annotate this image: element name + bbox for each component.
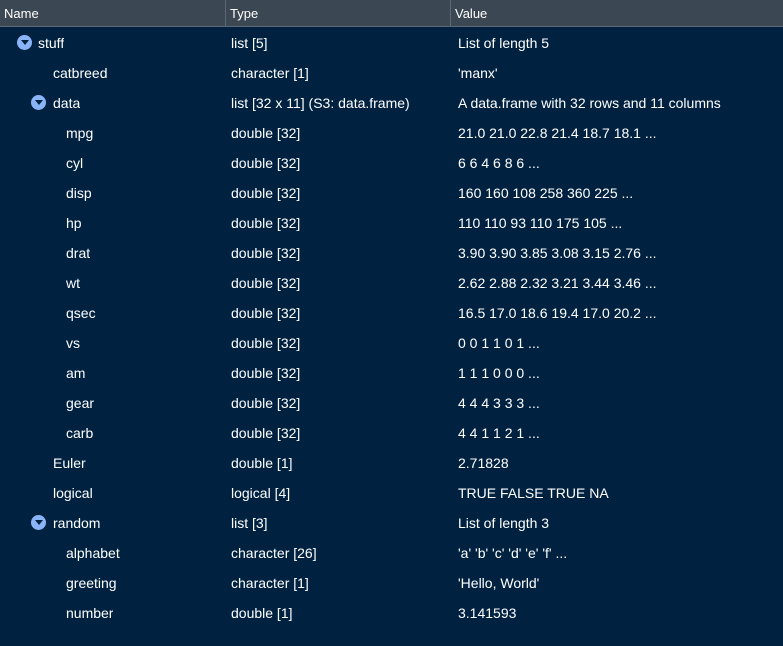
row-type: double [32]: [231, 275, 301, 291]
row-type: character [1]: [231, 575, 309, 591]
row-type: logical [4]: [231, 485, 291, 501]
tree-row-greeting[interactable]: greeting character [1] 'Hello, World': [0, 568, 783, 598]
tree-row-disp[interactable]: disp double [32] 160 160 108 258 360 225…: [0, 178, 783, 208]
row-value: 21.0 21.0 22.8 21.4 18.7 18.1 ...: [458, 125, 657, 141]
row-name: stuff: [38, 35, 65, 51]
row-name: carb: [66, 425, 94, 441]
tree-row-drat[interactable]: drat double [32] 3.90 3.90 3.85 3.08 3.1…: [0, 238, 783, 268]
row-name: number: [66, 605, 114, 621]
tree-row-am[interactable]: am double [32] 1 1 1 0 0 0 ...: [0, 358, 783, 388]
row-name: Euler: [53, 455, 86, 471]
row-name: logical: [53, 485, 93, 501]
row-type: list [32 x 11] (S3: data.frame): [231, 95, 410, 111]
row-value: 16.5 17.0 18.6 19.4 17.0 20.2 ...: [458, 305, 657, 321]
row-value: 110 110 93 110 175 105 ...: [458, 215, 623, 231]
row-type: character [26]: [231, 545, 317, 561]
type-column-header[interactable]: Type: [226, 0, 451, 27]
tree-row-alphabet[interactable]: alphabet character [26] 'a' 'b' 'c' 'd' …: [0, 538, 783, 568]
column-header: Name Type Value: [0, 0, 783, 27]
row-value: 'manx': [458, 65, 498, 81]
collapse-toggle-icon[interactable]: [17, 35, 32, 50]
row-name: gear: [66, 395, 95, 411]
row-value: List of length 3: [458, 515, 550, 531]
row-value: 6 6 4 6 8 6 ...: [458, 155, 540, 171]
tree-row-vs[interactable]: vs double [32] 0 0 1 1 0 1 ...: [0, 328, 783, 358]
row-type: double [32]: [231, 365, 301, 381]
row-type: double [32]: [231, 215, 301, 231]
row-name: hp: [66, 215, 82, 231]
row-value: 3.141593: [458, 605, 517, 621]
object-viewer: Name Type Value stuff list [5] List of l…: [0, 0, 783, 646]
row-name: disp: [66, 185, 92, 201]
row-value: 160 160 108 258 360 225 ...: [458, 185, 634, 201]
row-type: double [1]: [231, 455, 293, 471]
row-name: alphabet: [66, 545, 120, 561]
row-type: list [3]: [231, 515, 268, 531]
row-value: A data.frame with 32 rows and 11 columns: [458, 95, 721, 111]
row-name: catbreed: [53, 65, 108, 81]
row-type: double [32]: [231, 155, 301, 171]
row-value: 4 4 1 1 2 1 ...: [458, 425, 540, 441]
row-type: double [32]: [231, 305, 301, 321]
tree-row-gear[interactable]: gear double [32] 4 4 4 3 3 3 ...: [0, 388, 783, 418]
row-name: cyl: [66, 155, 84, 171]
row-name: mpg: [66, 125, 94, 141]
row-value: 2.62 2.88 2.32 3.21 3.44 3.46 ...: [458, 275, 657, 291]
tree-row-carb[interactable]: carb double [32] 4 4 1 1 2 1 ...: [0, 418, 783, 448]
row-value: 1 1 1 0 0 0 ...: [458, 365, 540, 381]
row-type: character [1]: [231, 65, 309, 81]
row-type: double [1]: [231, 605, 293, 621]
collapse-toggle-icon[interactable]: [31, 515, 46, 530]
row-type: list [5]: [231, 35, 268, 51]
row-value: List of length 5: [458, 35, 550, 51]
row-value: 0 0 1 1 0 1 ...: [458, 335, 540, 351]
tree-row-catbreed[interactable]: catbreed character [1] 'manx': [0, 58, 783, 88]
row-name: random: [53, 515, 101, 531]
tree-row-cyl[interactable]: cyl double [32] 6 6 4 6 8 6 ...: [0, 148, 783, 178]
tree-row-mpg[interactable]: mpg double [32] 21.0 21.0 22.8 21.4 18.7…: [0, 118, 783, 148]
tree-row-random[interactable]: random list [3] List of length 3: [0, 508, 783, 538]
tree-row-euler[interactable]: Euler double [1] 2.71828: [0, 448, 783, 478]
row-value: 'a' 'b' 'c' 'd' 'e' 'f' ...: [458, 545, 568, 561]
value-column-header[interactable]: Value: [451, 0, 783, 27]
row-value: TRUE FALSE TRUE NA: [458, 485, 609, 501]
row-name: am: [66, 365, 86, 381]
row-name: wt: [66, 275, 80, 291]
row-name: data: [53, 95, 81, 111]
row-name: drat: [66, 245, 91, 261]
tree-row-qsec[interactable]: qsec double [32] 16.5 17.0 18.6 19.4 17.…: [0, 298, 783, 328]
tree-row-number[interactable]: number double [1] 3.141593: [0, 598, 783, 628]
row-type: double [32]: [231, 125, 301, 141]
row-type: double [32]: [231, 185, 301, 201]
tree-row-logical[interactable]: logical logical [4] TRUE FALSE TRUE NA: [0, 478, 783, 508]
row-name: qsec: [66, 305, 96, 321]
row-type: double [32]: [231, 425, 301, 441]
tree-rows: stuff list [5] List of length 5 catbreed…: [0, 28, 783, 628]
row-name: greeting: [66, 575, 117, 591]
row-value: 'Hello, World': [458, 575, 540, 591]
row-value: 2.71828: [458, 455, 509, 471]
tree-row-hp[interactable]: hp double [32] 110 110 93 110 175 105 ..…: [0, 208, 783, 238]
row-type: double [32]: [231, 245, 301, 261]
row-type: double [32]: [231, 335, 301, 351]
tree-row-stuff[interactable]: stuff list [5] List of length 5: [0, 28, 783, 58]
row-value: 3.90 3.90 3.85 3.08 3.15 2.76 ...: [458, 245, 657, 261]
collapse-toggle-icon[interactable]: [31, 95, 46, 110]
tree-row-wt[interactable]: wt double [32] 2.62 2.88 2.32 3.21 3.44 …: [0, 268, 783, 298]
row-name: vs: [66, 335, 80, 351]
tree-row-data[interactable]: data list [32 x 11] (S3: data.frame) A d…: [0, 88, 783, 118]
row-value: 4 4 4 3 3 3 ...: [458, 395, 540, 411]
name-column-header[interactable]: Name: [0, 0, 226, 27]
row-type: double [32]: [231, 395, 301, 411]
